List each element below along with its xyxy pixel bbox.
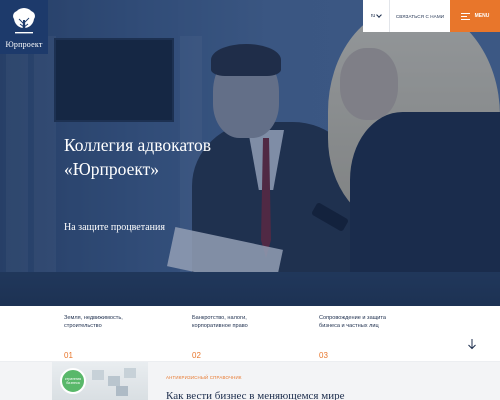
service-label-line2: бизнеса и частных лиц [319, 323, 379, 329]
chevron-down-icon [376, 12, 383, 18]
service-label-line1: Земля, недвижимость, [64, 315, 123, 321]
service-label-line2: корпоративное право [192, 323, 248, 329]
decorative-cube [116, 386, 128, 396]
service-item-land[interactable]: Земля, недвижимость, строительство 01 [64, 314, 184, 363]
hero-title-line1: Коллегия адвокатов [64, 135, 212, 155]
hero-title-line2: «Юрпроект» [64, 159, 160, 179]
service-label-line1: Банкротство, налоги, [192, 315, 247, 321]
menu-label: MENU [474, 13, 490, 19]
hamburger-icon [460, 12, 470, 20]
menu-button[interactable]: MENU [450, 0, 500, 32]
top-bar: ru СВЯЗАТЬСЯ С НАМИ MENU [363, 0, 500, 32]
service-item-bankruptcy[interactable]: Банкротство, налоги, корпоративное право… [192, 314, 312, 363]
service-number: 02 [192, 351, 201, 360]
contact-button[interactable]: СВЯЗАТЬСЯ С НАМИ [390, 0, 450, 32]
logo[interactable]: Юрпроект [0, 0, 48, 54]
language-selector[interactable]: ru [363, 0, 390, 32]
article-title[interactable]: Как вести бизнес в меняющемся мире [166, 390, 344, 400]
arrow-down-icon[interactable] [466, 338, 478, 350]
service-number: 03 [319, 351, 328, 360]
contact-label: СВЯЗАТЬСЯ С НАМИ [395, 13, 445, 19]
language-label: ru [370, 13, 376, 19]
decorative-cube [124, 368, 136, 378]
decorative-cube [92, 370, 104, 380]
hero-title: Коллегия адвокатов «Юрпроект» [64, 133, 304, 181]
services-strip: Земля, недвижимость, строительство 01 Ба… [0, 306, 500, 363]
decorative-cube [108, 376, 120, 386]
service-label-line1: Сопровождение и защита [319, 315, 387, 321]
article-thumbnail[interactable]: стратегия бизнеса [52, 362, 148, 400]
article-tag: АНТИКРИЗИСНЫЙ СПРАВОЧНИК [166, 375, 242, 380]
brand-name: Юрпроект [5, 40, 43, 49]
service-item-business[interactable]: Сопровождение и защита бизнеса и частных… [319, 314, 439, 363]
tree-icon [13, 8, 35, 34]
hero-subtitle: На защите процветания [64, 222, 165, 233]
service-label-line2: строительство [64, 323, 102, 329]
service-number: 01 [64, 351, 73, 360]
thumbnail-badge: стратегия бизнеса [60, 368, 86, 394]
